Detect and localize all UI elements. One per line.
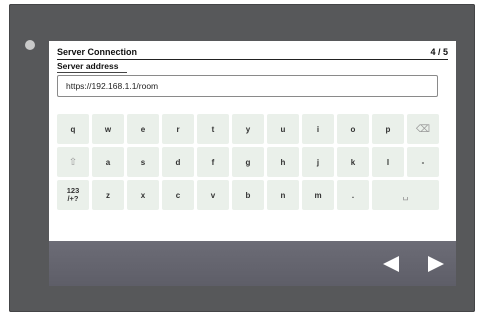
keyboard-row: q w e r t y u i o p ⌫ <box>57 114 448 144</box>
key-label: e <box>140 124 146 134</box>
key-label: z <box>106 190 110 200</box>
key-t[interactable]: t <box>197 114 229 144</box>
key-x[interactable]: x <box>127 180 159 210</box>
key-label: - <box>421 157 425 167</box>
key-r[interactable]: r <box>162 114 194 144</box>
right-triangle-icon <box>428 256 444 272</box>
key-a[interactable]: a <box>92 147 124 177</box>
backspace-key[interactable]: ⌫ <box>407 114 439 144</box>
key-h[interactable]: h <box>267 147 299 177</box>
key-z[interactable]: z <box>92 180 124 210</box>
key-label: u <box>280 124 286 134</box>
key-label: k <box>350 157 356 167</box>
key-label: c <box>175 190 181 200</box>
space-key[interactable]: ␣ <box>372 180 439 210</box>
key-label: x <box>140 190 146 200</box>
key-label: o <box>350 124 356 134</box>
key-j[interactable]: j <box>302 147 334 177</box>
key-label: v <box>210 190 216 200</box>
key-label: g <box>245 157 251 167</box>
key-label: j <box>316 157 320 167</box>
left-triangle-icon <box>383 256 399 272</box>
on-screen-keyboard: q w e r t y u i o p ⌫ ⇧ a s d f g h j k l - 123 /+? z x c v b n m. ␣ <box>57 114 448 213</box>
key-s[interactable]: s <box>127 147 159 177</box>
touch-screen: Server Connection 4 / 5 Server address q… <box>49 41 456 286</box>
key-p[interactable]: p <box>372 114 404 144</box>
key-u[interactable]: u <box>267 114 299 144</box>
key-label: r <box>176 124 180 134</box>
shift-key[interactable]: ⇧ <box>57 147 89 177</box>
key-e[interactable]: e <box>127 114 159 144</box>
key-label: q <box>70 124 76 134</box>
key-b[interactable]: b <box>232 180 264 210</box>
key-label: y <box>245 124 251 134</box>
key-label: n <box>280 190 286 200</box>
next-button[interactable] <box>426 254 446 274</box>
key-f[interactable]: f <box>197 147 229 177</box>
page-indicator: 4 / 5 <box>430 47 448 57</box>
server-address-label: Server address <box>57 61 127 73</box>
key-i[interactable]: i <box>302 114 334 144</box>
key-label: b <box>245 190 251 200</box>
key-label: m <box>314 190 322 200</box>
key-label: f <box>211 157 215 167</box>
key-d[interactable]: d <box>162 147 194 177</box>
key-label: p <box>385 124 391 134</box>
key-label: a <box>105 157 111 167</box>
key-q[interactable]: q <box>57 114 89 144</box>
key-c[interactable]: c <box>162 180 194 210</box>
shift-icon: ⇧ <box>68 156 78 168</box>
status-led-indicator <box>25 40 35 50</box>
key-g[interactable]: g <box>232 147 264 177</box>
key-l[interactable]: l <box>372 147 404 177</box>
key-o[interactable]: o <box>337 114 369 144</box>
navigation-footer <box>49 241 456 286</box>
key-label: i <box>316 124 320 134</box>
device-bezel: Server Connection 4 / 5 Server address q… <box>9 4 475 312</box>
key-label: t <box>211 124 215 134</box>
server-address-input[interactable] <box>57 75 438 97</box>
key-n[interactable]: n <box>267 180 299 210</box>
keyboard-row: ⇧ a s d f g h j k l - <box>57 147 448 177</box>
key-label: l <box>386 157 390 167</box>
key-label: s <box>140 157 146 167</box>
key-w[interactable]: w <box>92 114 124 144</box>
space-icon: ␣ <box>402 189 409 201</box>
key-label: d <box>175 157 181 167</box>
key-hyphen[interactable]: - <box>407 147 439 177</box>
keyboard-row: 123 /+? z x c v b n m. ␣ <box>57 180 448 210</box>
key-period[interactable]: . <box>337 180 369 210</box>
key-m[interactable]: m <box>302 180 334 210</box>
key-label: . <box>351 190 355 200</box>
key-label: h <box>280 157 286 167</box>
key-v[interactable]: v <box>197 180 229 210</box>
previous-button[interactable] <box>381 254 401 274</box>
key-label: 123 /+? <box>66 186 80 203</box>
key-label: w <box>104 124 112 134</box>
key-numbers-symbols[interactable]: 123 /+? <box>57 180 89 210</box>
dialog-title: Server Connection <box>57 47 138 57</box>
dialog-header: Server Connection 4 / 5 <box>57 47 448 60</box>
key-y[interactable]: y <box>232 114 264 144</box>
backspace-icon: ⌫ <box>415 123 431 135</box>
key-k[interactable]: k <box>337 147 369 177</box>
